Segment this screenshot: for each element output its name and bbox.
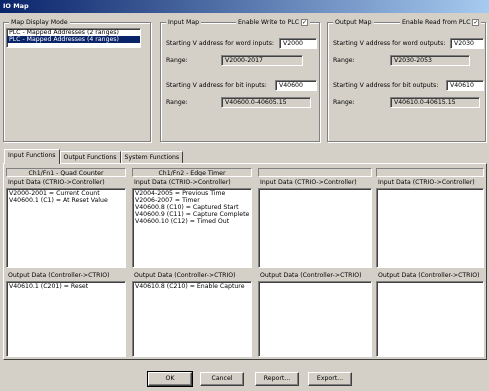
bit-range-label: Range: <box>166 99 188 106</box>
input-data-line: V40600.10 (C12) = Timed Out <box>135 218 230 225</box>
output-data-label: Output Data (Controller->CTRIO) <box>134 272 236 279</box>
out-bit-range-label: Range: <box>333 99 355 106</box>
output-data-pane[interactable]: V40610.8 (C210) = Enable Capture <box>132 281 252 357</box>
enable-read-from-plc[interactable]: Enable Read from PLC ✓ <box>400 18 482 27</box>
input-data-line: V2006-2007 = Timer <box>135 197 200 204</box>
word-range-label: Range: <box>166 57 188 64</box>
tab-input-functions[interactable]: Input Functions <box>4 149 60 164</box>
output-data-pane[interactable]: V40610.1 (C201) = Reset <box>6 281 126 357</box>
enable-read-label: Enable Read from PLC <box>402 19 471 26</box>
input-data-label: Input Data (CTRIO->Controller) <box>378 179 475 186</box>
function-tabs: Input Functions Output Functions System … <box>4 149 184 164</box>
report-button[interactable]: Report... <box>255 372 299 386</box>
input-data-pane[interactable] <box>258 188 372 268</box>
window-title: IO Map <box>3 2 29 10</box>
input-data-label: Input Data (CTRIO->Controller) <box>8 179 105 186</box>
input-map-title: Input Map <box>166 18 202 27</box>
output-data-pane[interactable] <box>376 281 484 357</box>
input-map-group: Input Map Enable Write to PLC ✓ Starting… <box>160 18 320 142</box>
bit-inputs-field[interactable]: V40600 <box>275 80 317 91</box>
column-header <box>258 168 372 177</box>
input-data-pane[interactable]: V2000-2001 = Current Count V40600.1 (C1)… <box>6 188 126 268</box>
enable-read-checkbox[interactable]: ✓ <box>472 19 480 26</box>
enable-write-checkbox[interactable]: ✓ <box>301 19 309 26</box>
output-data-label: Output Data (Controller->CTRIO) <box>378 272 480 279</box>
ok-button[interactable]: OK <box>147 371 193 387</box>
word-range-value: V2000-2017 <box>221 55 303 66</box>
input-data-pane[interactable] <box>376 188 484 268</box>
word-outputs-field[interactable]: V2030 <box>450 38 484 49</box>
map-display-mode-list[interactable]: PLC - Mapped Addresses (2 ranges) PLC - … <box>6 28 141 48</box>
input-data-label: Input Data (CTRIO->Controller) <box>134 179 231 186</box>
out-word-range-value: V2030-2053 <box>390 55 470 66</box>
enable-write-to-plc[interactable]: Enable Write to PLC ✓ <box>236 18 311 27</box>
output-data-pane[interactable] <box>258 281 372 357</box>
output-data-label: Output Data (Controller->CTRIO) <box>260 272 362 279</box>
map-mode-option-2-ranges[interactable]: PLC - Mapped Addresses (2 ranges) <box>7 29 140 36</box>
bit-outputs-field[interactable]: V40610 <box>446 80 484 91</box>
map-display-mode-title: Map Display Mode <box>9 18 70 27</box>
bit-outputs-label: Starting V address for bit outputs: <box>333 82 439 89</box>
input-functions-panel: Ch1/Fn1 - Quad Counter Input Data (CTRIO… <box>3 163 487 360</box>
cancel-button[interactable]: Cancel <box>200 372 244 386</box>
input-data-line: V2004-2005 = Previous Time <box>135 190 226 197</box>
enable-write-label: Enable Write to PLC <box>238 19 300 26</box>
bit-range-value: V40600.0-40605.15 <box>221 97 311 108</box>
word-inputs-field[interactable]: V2000 <box>279 38 317 49</box>
map-mode-option-4-ranges[interactable]: PLC - Mapped Addresses (4 ranges) <box>7 36 140 43</box>
out-word-range-label: Range: <box>333 57 355 64</box>
output-data-line: V40610.1 (C201) = Reset <box>9 283 89 290</box>
input-data-pane[interactable]: V2004-2005 = Previous Time V2006-2007 = … <box>132 188 252 268</box>
output-data-line: V40610.8 (C210) = Enable Capture <box>135 283 245 290</box>
output-map-title: Output Map <box>333 18 374 27</box>
input-data-label: Input Data (CTRIO->Controller) <box>260 179 357 186</box>
column-header: Ch1/Fn2 - Edge Timer <box>132 168 252 177</box>
input-data-line: V2000-2001 = Current Count <box>9 190 100 197</box>
column-header <box>376 168 484 177</box>
title-bar[interactable]: IO Map <box>0 0 489 13</box>
input-data-line: V40600.8 (C10) = Captured Start <box>135 204 239 211</box>
export-button[interactable]: Export... <box>308 372 352 386</box>
column-header: Ch1/Fn1 - Quad Counter <box>6 168 126 177</box>
output-map-group: Output Map Enable Read from PLC ✓ Starti… <box>327 18 486 142</box>
bit-inputs-label: Starting V address for bit inputs: <box>166 82 267 89</box>
word-outputs-label: Starting V address for word outputs: <box>333 40 446 47</box>
input-data-line: V40600.1 (C1) = At Reset Value <box>9 197 108 204</box>
input-data-line: V40600.9 (C11) = Capture Complete <box>135 211 250 218</box>
map-display-mode-group: Map Display Mode PLC - Mapped Addresses … <box>3 18 151 142</box>
word-inputs-label: Starting V address for word inputs: <box>166 40 274 47</box>
output-data-label: Output Data (Controller->CTRIO) <box>8 272 110 279</box>
out-bit-range-value: V40610.0-40615.15 <box>390 97 480 108</box>
